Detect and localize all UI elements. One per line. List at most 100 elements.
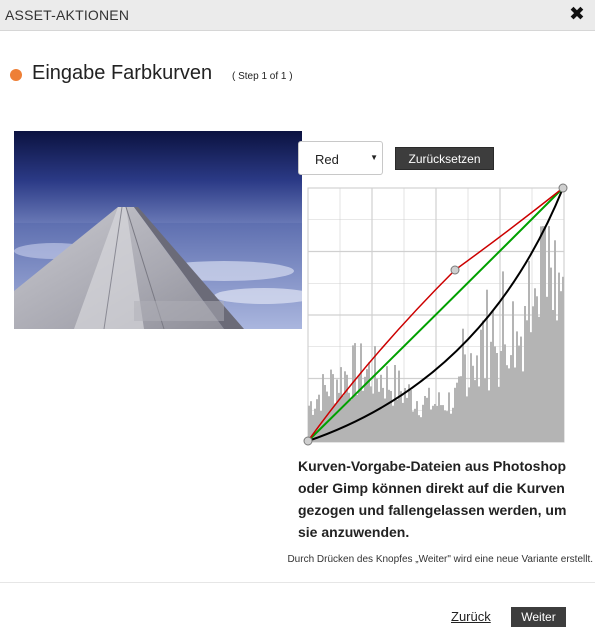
histogram-bar (432, 405, 434, 442)
histogram-bar (488, 390, 490, 442)
histogram-bar (438, 392, 440, 442)
histogram-bar (402, 402, 404, 442)
footer-divider (0, 582, 595, 583)
histogram-bar (456, 382, 458, 442)
status-dot-icon (10, 69, 22, 81)
histogram-bar (468, 387, 470, 442)
histogram-bar (512, 301, 514, 442)
histogram-bar (464, 354, 466, 442)
histogram-bar (552, 310, 554, 442)
histogram-bar (316, 399, 318, 442)
histogram-bar (546, 296, 548, 442)
histogram-bar (418, 415, 420, 442)
histogram-bar (460, 376, 462, 442)
histogram-bar (392, 405, 394, 442)
image-preview (14, 131, 302, 329)
curve-point-end[interactable] (558, 183, 568, 193)
histogram-bar (482, 320, 484, 442)
histogram-bar (354, 343, 356, 442)
histogram-bar (420, 417, 422, 442)
info-text: Durch Drücken des Knopfes „Weiter" wird … (287, 554, 593, 565)
close-icon[interactable]: ✖ (567, 3, 587, 25)
histogram-bar (426, 397, 428, 442)
histogram-bar (340, 367, 342, 442)
channel-select[interactable]: Red ▼ (298, 141, 383, 175)
histogram-bar (516, 331, 518, 442)
curve-point-start[interactable] (303, 436, 313, 446)
histogram-bar (444, 410, 446, 442)
histogram-bar (538, 316, 540, 442)
histogram-bar (476, 355, 478, 442)
histogram-bar (322, 374, 324, 442)
histogram-bar (314, 408, 316, 442)
histogram-bar (388, 389, 390, 442)
histogram-bar (554, 240, 556, 442)
reset-button[interactable]: Zurücksetzen (395, 147, 494, 170)
histogram-bar (540, 226, 542, 442)
histogram-bar (318, 394, 320, 442)
histogram-bar (352, 345, 354, 442)
histogram-bar (416, 401, 418, 442)
histogram-bar (428, 387, 430, 442)
histogram-bar (342, 395, 344, 442)
histogram-bar (550, 267, 552, 442)
histogram-bar (454, 387, 456, 442)
histogram-bar (448, 392, 450, 442)
select-arrow-icon: ▼ (370, 153, 378, 162)
step-indicator: ( Step 1 of 1 ) (232, 71, 293, 82)
channel-select-value: Red (315, 152, 339, 167)
histogram-bar (442, 405, 444, 442)
histogram-bar (422, 404, 424, 442)
histogram-bar (408, 384, 410, 442)
histogram-bar (472, 365, 474, 442)
histogram-bar (514, 367, 516, 442)
histogram-bar (528, 260, 530, 442)
histogram-bar (534, 288, 536, 442)
histogram-bar (486, 289, 488, 442)
histogram-bar (562, 276, 564, 442)
histogram-bar (424, 396, 426, 442)
histogram-bar (544, 226, 546, 442)
histogram-bar (466, 396, 468, 442)
histogram-bar (400, 391, 402, 442)
histogram-bar (372, 393, 374, 442)
histogram-bar (436, 405, 438, 442)
histogram-bar (492, 311, 494, 442)
histogram-bar (522, 371, 524, 442)
histogram-bar (350, 400, 352, 442)
histogram-bar (414, 408, 416, 442)
histogram-bar (446, 411, 448, 442)
dialog-titlebar: ASSET-AKTIONEN ✖ (0, 0, 595, 31)
next-button[interactable]: Weiter (511, 607, 566, 627)
curves-editor[interactable] (300, 180, 570, 446)
histogram-bar (494, 346, 496, 442)
histogram-bar (480, 329, 482, 442)
histogram-bar (406, 397, 408, 442)
histogram-bar (394, 365, 396, 442)
histogram-bar (450, 413, 452, 442)
histogram-bar (484, 378, 486, 442)
histogram-bar (530, 332, 532, 442)
histogram-bar (470, 353, 472, 442)
histogram-bar (508, 368, 510, 442)
histogram-bar (458, 376, 460, 442)
histogram-bar (490, 341, 492, 442)
histogram-bar (366, 369, 368, 442)
histogram-bar (558, 272, 560, 442)
histogram-bar (368, 362, 370, 442)
back-link[interactable]: Zurück (451, 609, 491, 624)
histogram-bar (378, 391, 380, 442)
histogram-bar (412, 411, 414, 442)
histogram-bar (504, 344, 506, 442)
histogram-bar (396, 399, 398, 442)
curve-point-mid[interactable] (450, 265, 460, 275)
histogram-bar (382, 387, 384, 442)
histogram-bar (478, 386, 480, 442)
histogram-bar (434, 404, 436, 442)
histogram-bar (526, 320, 528, 442)
histogram-bar (358, 375, 360, 442)
histogram-bar (520, 336, 522, 442)
histogram-bar (390, 391, 392, 442)
histogram-bar (374, 346, 376, 442)
histogram-bar (536, 296, 538, 442)
